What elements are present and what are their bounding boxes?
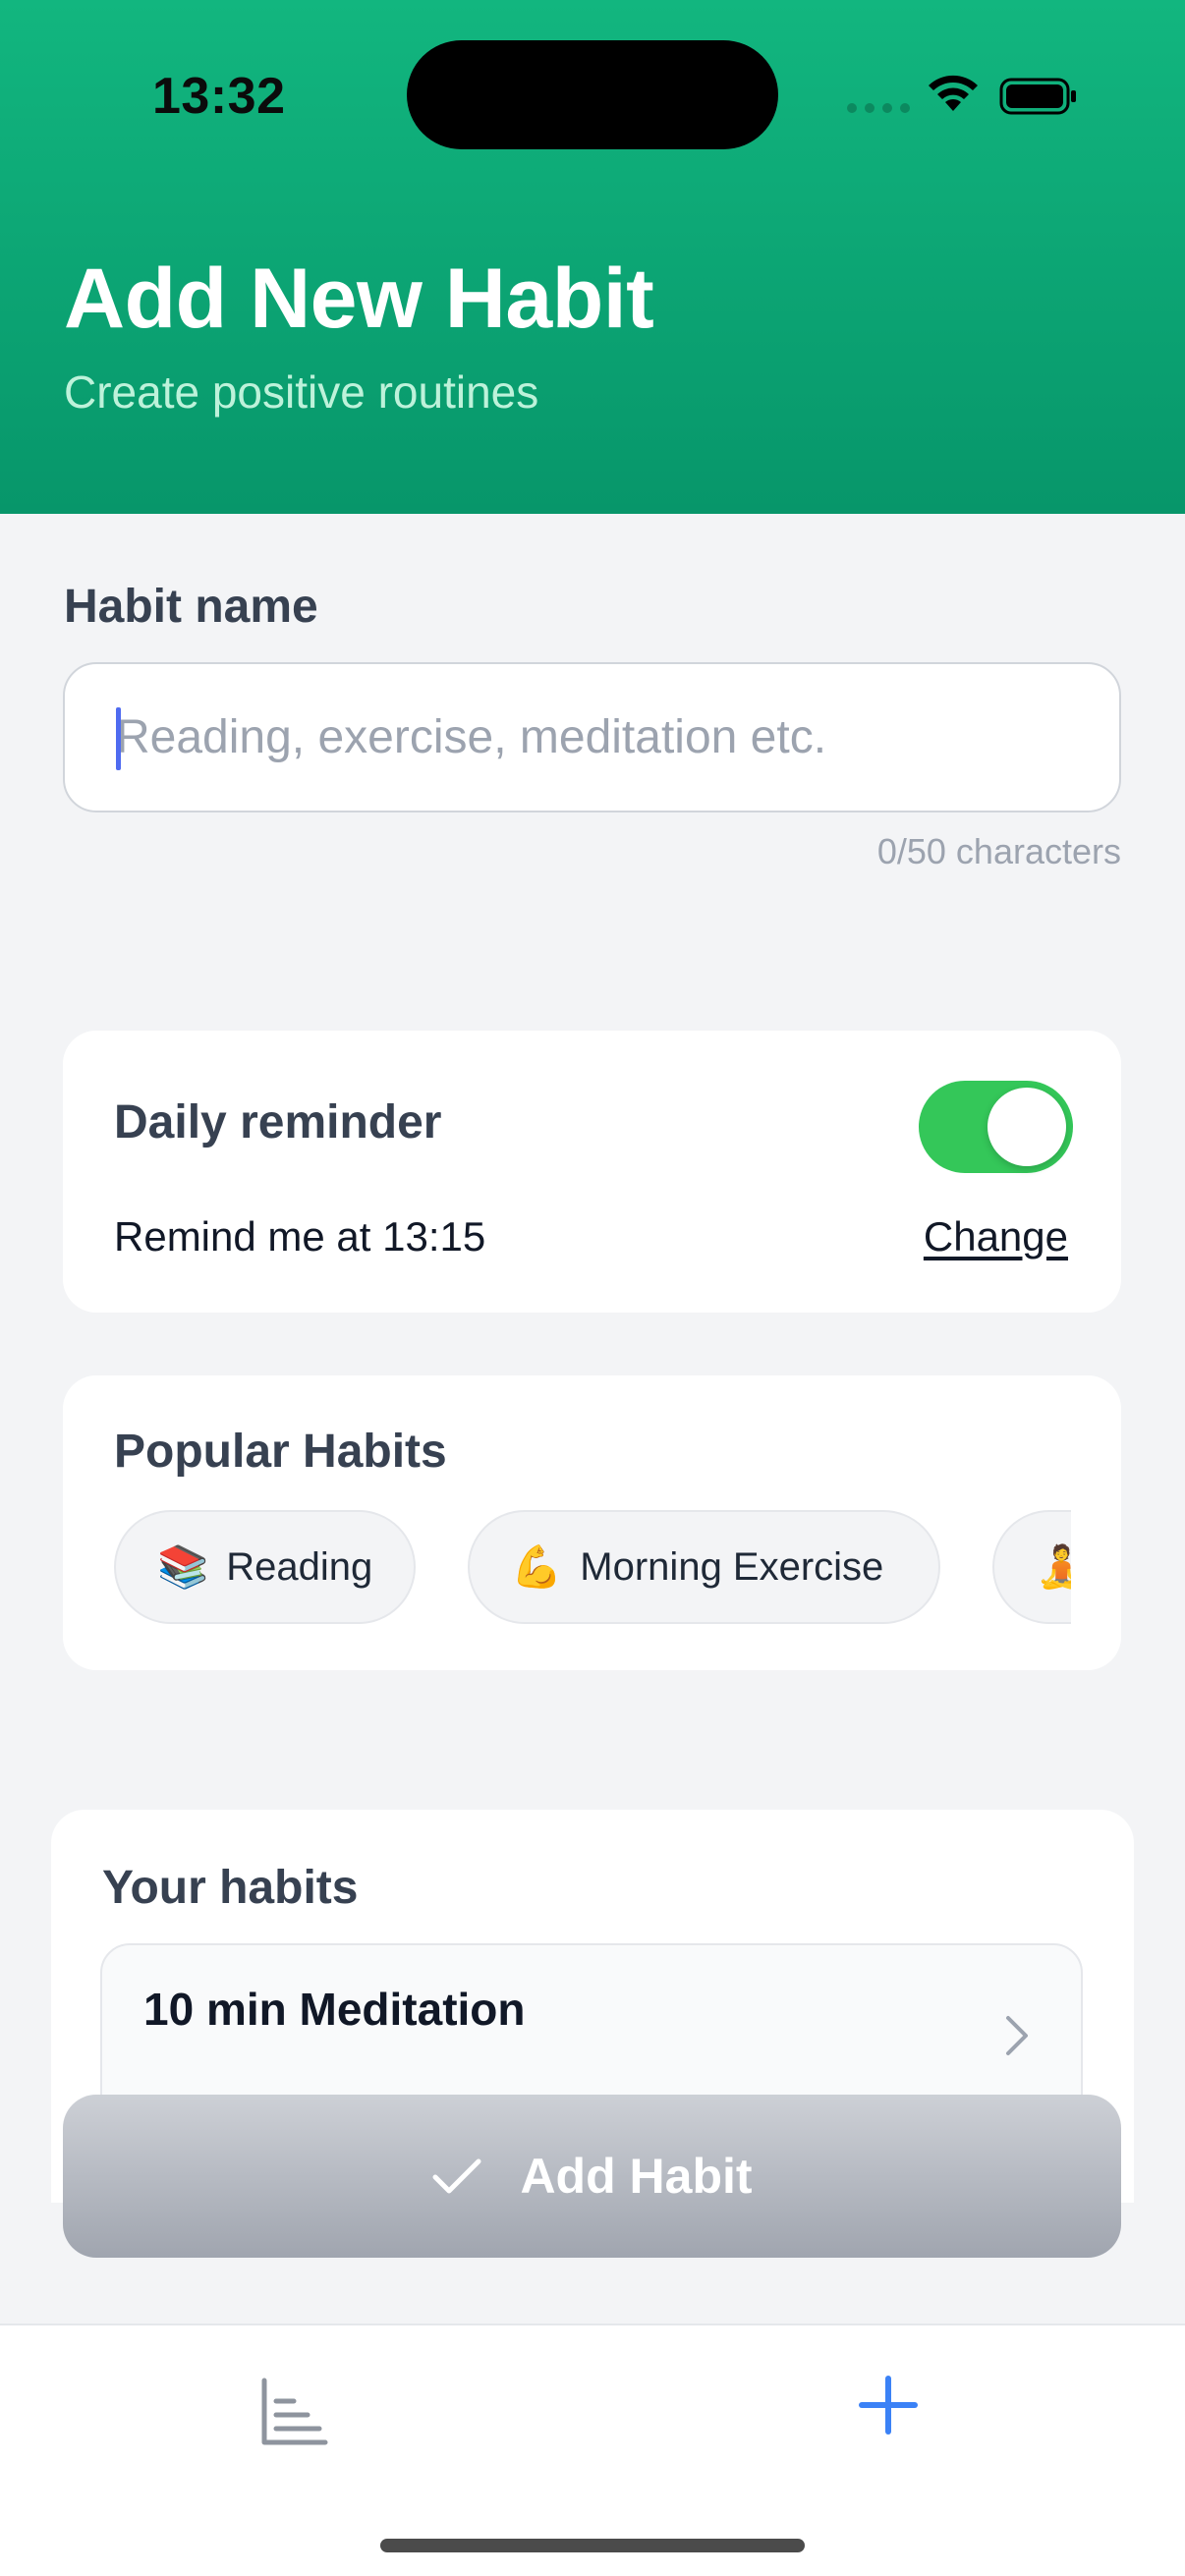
chart-icon[interactable] (260, 2378, 329, 2446)
header: 13:32 Add New Habit Create positive rout… (0, 0, 1185, 514)
page-title: Add New Habit (64, 252, 654, 346)
reminder-card: Daily reminder Remind me at 13:15 Change (63, 1031, 1121, 1313)
text-caret (116, 707, 121, 770)
popular-chip-morning-exercise[interactable]: 💪 Morning Exercise (468, 1510, 940, 1624)
reminder-toggle[interactable] (919, 1081, 1073, 1173)
dynamic-island (407, 40, 778, 149)
popular-habits-card: Popular Habits 📚 Reading 💪 Morning Exerc… (63, 1375, 1121, 1670)
books-icon: 📚 (157, 1542, 209, 1590)
habit-name-input[interactable] (116, 664, 1079, 811)
change-time-link[interactable]: Change (924, 1213, 1068, 1260)
status-icons (847, 74, 1083, 117)
meditation-icon: 🧘 (1036, 1542, 1071, 1590)
wifi-icon (929, 75, 978, 111)
popular-habits-title: Popular Habits (114, 1426, 447, 1478)
habit-name-label: Habit name (64, 581, 318, 633)
signal-icon (847, 103, 910, 113)
toggle-knob (988, 1088, 1066, 1166)
popular-habits-list[interactable]: 📚 Reading 💪 Morning Exercise 🧘 (114, 1510, 1071, 1626)
checkmark-icon (431, 2156, 482, 2196)
plus-icon[interactable] (858, 2375, 919, 2436)
chip-label: Reading (226, 1544, 373, 1589)
home-indicator[interactable] (380, 2539, 805, 2552)
chevron-right-icon (1006, 2016, 1028, 2055)
chip-label: Morning Exercise (580, 1544, 884, 1589)
char-counter: 0/50 characters (876, 831, 1121, 871)
habit-name-field[interactable] (63, 662, 1121, 812)
add-habit-button[interactable]: Add Habit (63, 2095, 1121, 2258)
habit-row-name: 10 min Meditation (143, 1984, 526, 2035)
page-subtitle: Create positive routines (64, 366, 539, 418)
battery-icon (999, 78, 1076, 115)
your-habits-title: Your habits (102, 1862, 359, 1914)
reminder-time-text: Remind me at 13:15 (114, 1213, 486, 1260)
popular-chip-reading[interactable]: 📚 Reading (114, 1510, 416, 1624)
flexed-biceps-icon: 💪 (511, 1542, 563, 1590)
status-time: 13:32 (152, 68, 286, 125)
reminder-title: Daily reminder (114, 1096, 442, 1148)
add-habit-label: Add Habit (520, 2149, 753, 2204)
popular-chip-meditation[interactable]: 🧘 (992, 1510, 1071, 1624)
